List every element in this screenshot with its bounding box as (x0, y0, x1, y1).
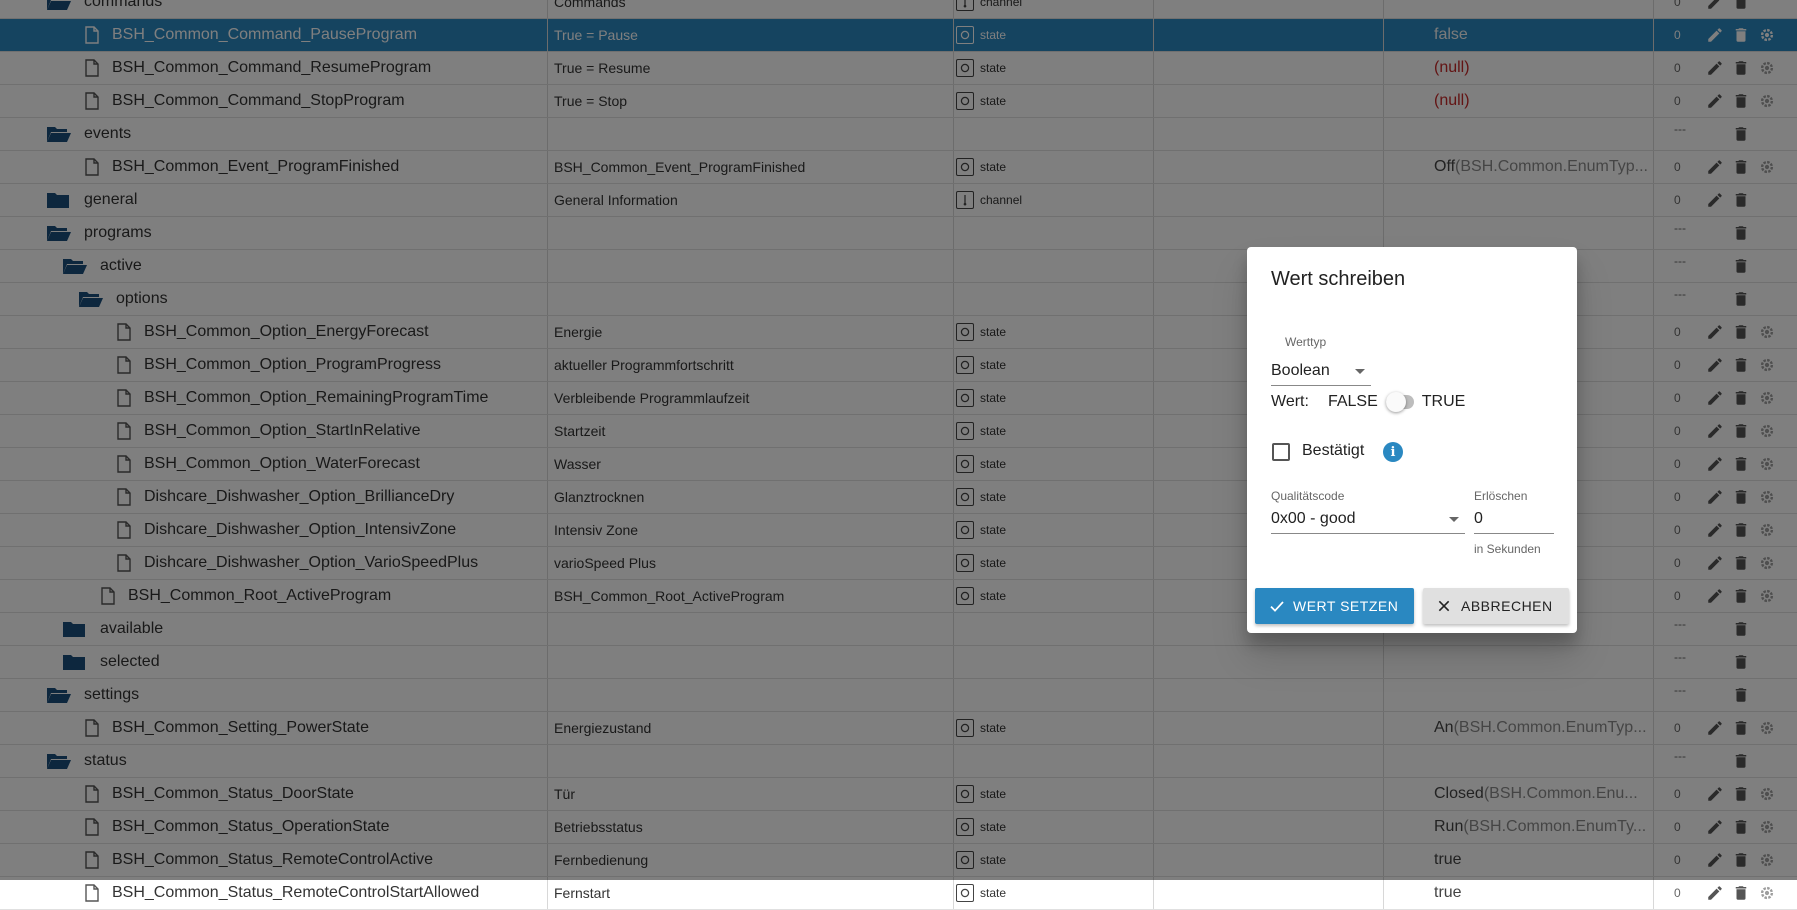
check-icon (1270, 601, 1284, 612)
row-value-text: true (1434, 884, 1462, 901)
row-type-text: state (980, 886, 1007, 900)
expire-value: 0 (1474, 510, 1483, 527)
state-type-icon (956, 884, 974, 902)
trash-icon[interactable] (1732, 884, 1750, 902)
tree-row[interactable]: BSH_Common_Status_RemoteControlStartAllo… (0, 877, 1797, 910)
ack-checkbox[interactable] (1272, 443, 1290, 461)
gear-icon[interactable] (1758, 884, 1776, 902)
expire-label: Erlöschen (1474, 489, 1528, 503)
value-row: Wert: FALSE TRUE (1271, 392, 1466, 412)
quality-select[interactable]: 0x00 - good (1271, 505, 1465, 534)
value-type-selected: Boolean (1271, 362, 1330, 379)
value-toggle[interactable] (1385, 392, 1414, 412)
value-label: Wert: (1271, 393, 1309, 410)
row-name-cell: Fernstart (548, 877, 954, 909)
row-actions-cell: 0 (1654, 877, 1797, 909)
row-id-text: BSH_Common_Status_RemoteControlStartAllo… (112, 884, 480, 901)
value-type-select[interactable]: Boolean (1271, 357, 1371, 386)
quality-label: Qualitätscode (1271, 489, 1345, 503)
close-icon (1438, 600, 1450, 612)
row-count: 0 (1674, 886, 1681, 900)
quality-selected: 0x00 - good (1271, 510, 1356, 527)
false-label: FALSE (1327, 393, 1378, 410)
row-value-cell[interactable]: true (1384, 877, 1654, 909)
pencil-icon[interactable] (1706, 884, 1724, 902)
value-type-label: Werttyp (1285, 335, 1327, 349)
info-icon[interactable]: i (1383, 442, 1403, 462)
cancel-label: ABBRECHEN (1461, 598, 1553, 614)
row-role-cell: indicator (1154, 877, 1384, 909)
row-name-text: Fernstart (554, 885, 611, 901)
set-value-label: WERT SETZEN (1293, 598, 1399, 614)
ack-label: Bestätigt (1302, 442, 1365, 459)
true-label: TRUE (1421, 393, 1466, 410)
chevron-down-icon (1355, 369, 1365, 374)
cancel-button[interactable]: ABBRECHEN (1423, 588, 1569, 624)
expire-input[interactable]: 0 (1474, 505, 1554, 534)
row-type-cell: state (954, 877, 1154, 909)
chevron-down-icon (1449, 517, 1459, 522)
file-icon[interactable] (84, 884, 100, 902)
toggle-knob (1385, 392, 1406, 412)
dialog-title: Wert schreiben (1271, 268, 1406, 290)
row-id-cell: BSH_Common_Status_RemoteControlStartAllo… (0, 877, 548, 909)
set-value-button[interactable]: WERT SETZEN (1255, 588, 1414, 624)
expire-hint: in Sekunden (1474, 542, 1541, 556)
write-value-dialog: Wert schreiben Werttyp Boolean Wert: FAL… (1247, 247, 1577, 633)
